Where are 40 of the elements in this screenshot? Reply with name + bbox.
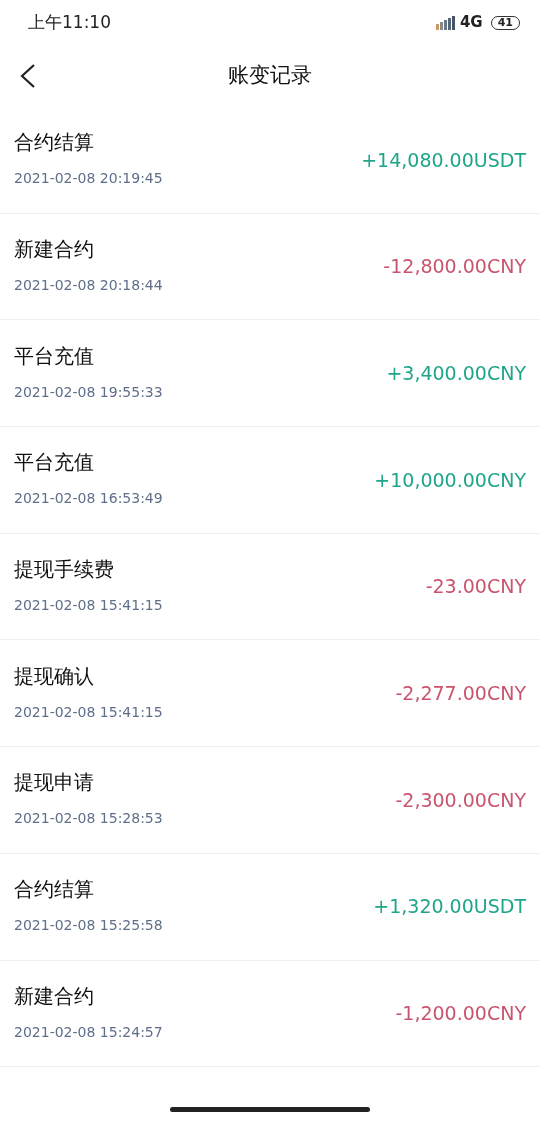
record-row[interactable]: 新建合约 2021-02-08 20:18:44 -12,800.00CNY: [0, 213, 540, 321]
record-title: 合约结算: [14, 877, 95, 902]
record-row[interactable]: 平台充值 2021-02-08 19:55:33 +3,400.00CNY: [0, 320, 540, 428]
record-amount: +1,320.00USDT: [373, 894, 526, 920]
network-label: 4G: [459, 12, 483, 34]
record-time: 2021-02-08 15:41:15: [14, 596, 163, 616]
record-time: 2021-02-08 15:24:57: [14, 1022, 163, 1042]
record-title: 平台充值: [14, 450, 95, 475]
record-time: 2021-02-08 15:28:53: [14, 809, 163, 829]
record-time: 2021-02-08 20:19:45: [14, 169, 163, 189]
record-amount: +3,400.00CNY: [386, 360, 526, 386]
record-title: 提现确认: [14, 663, 95, 688]
record-row[interactable]: 平台充值 2021-02-08 16:53:49 +10,000.00CNY: [0, 427, 540, 534]
record-time: 2021-02-08 19:55:33: [14, 382, 163, 402]
record-time: 2021-02-08 16:53:49: [14, 489, 163, 509]
record-title: 提现手续费: [14, 557, 115, 582]
record-amount: +14,080.00USDT: [361, 147, 526, 173]
record-title: 提现申请: [14, 770, 95, 795]
record-time: 2021-02-08 20:18:44: [14, 276, 163, 296]
record-row[interactable]: 提现手续费 2021-02-08 15:41:15 -23.00CNY: [0, 533, 540, 641]
record-amount: -2,300.00CNY: [395, 787, 526, 813]
record-amount: -12,800.00CNY: [383, 254, 526, 280]
record-amount: +10,000.00CNY: [374, 467, 526, 493]
record-row[interactable]: 合约结算 2021-02-08 15:25:58 +1,320.00USDT: [0, 853, 540, 961]
record-row[interactable]: 新建合约 2021-02-08 15:24:57 -1,200.00CNY: [0, 960, 540, 1068]
record-time: 2021-02-08 15:25:58: [14, 916, 163, 936]
record-amount: -23.00CNY: [425, 574, 526, 600]
page-title: 账变记录: [228, 62, 312, 90]
record-title: 新建合约: [14, 237, 95, 262]
record-title: 合约结算: [14, 130, 95, 155]
record-amount: -1,200.00CNY: [395, 1001, 526, 1027]
status-time: 上午11:10: [28, 10, 111, 34]
signal-icon: [435, 15, 456, 30]
record-title: 平台充值: [14, 343, 95, 368]
record-row[interactable]: 提现确认 2021-02-08 15:41:15 -2,277.00CNY: [0, 640, 540, 748]
record-time: 2021-02-08 15:41:15: [14, 702, 163, 722]
record-row[interactable]: 合约结算 2021-02-08 20:19:45 +14,080.00USDT: [0, 107, 540, 214]
record-row[interactable]: 提现申请 2021-02-08 15:28:53 -2,300.00CNY: [0, 747, 540, 854]
record-amount: -2,277.00CNY: [395, 681, 526, 707]
record-title: 新建合约: [14, 983, 95, 1008]
